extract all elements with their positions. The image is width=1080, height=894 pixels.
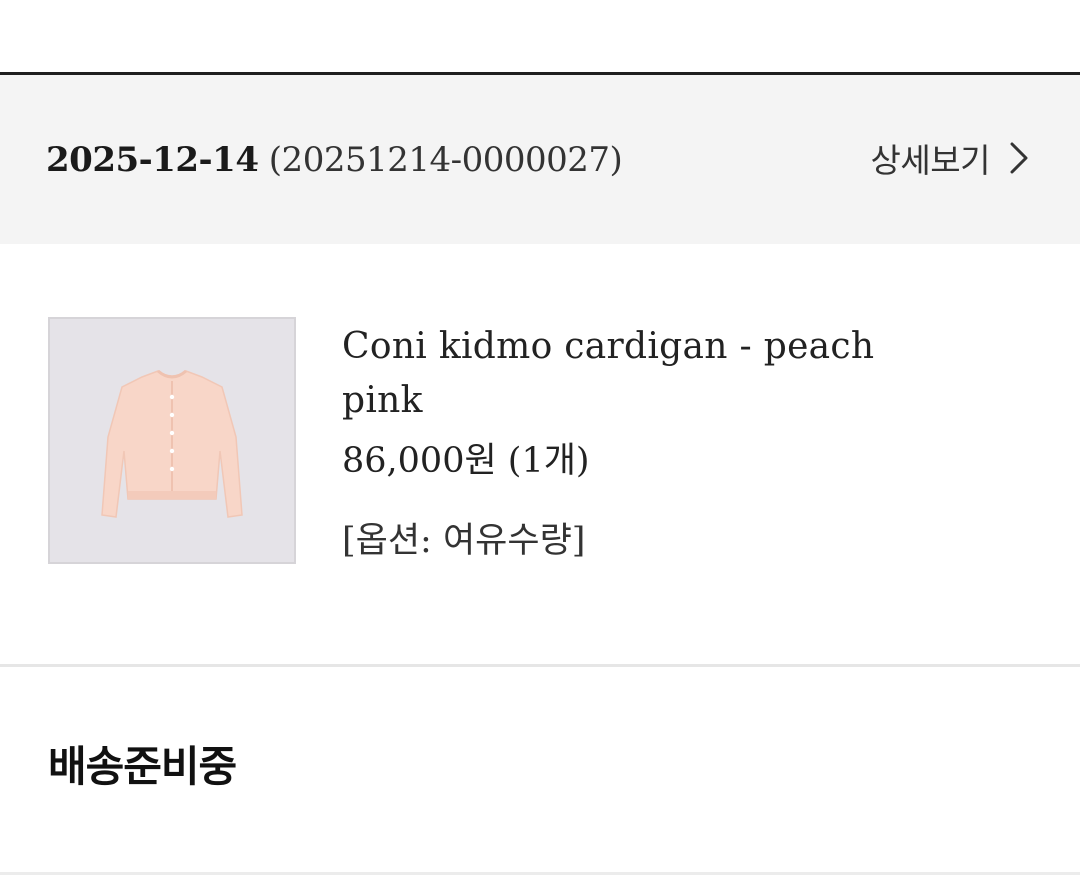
order-number: (20251214-0000027) bbox=[268, 140, 623, 180]
order-date: 2025-12-14 bbox=[46, 140, 259, 180]
chevron-right-icon bbox=[1002, 138, 1034, 178]
product-thumbnail[interactable] bbox=[48, 317, 296, 564]
product-name[interactable]: Coni kidmo cardigan - peach pink bbox=[342, 320, 902, 428]
product-option: [옵션: 여유수량] bbox=[342, 521, 586, 561]
cardigan-image-icon bbox=[50, 319, 294, 562]
view-detail-link[interactable]: 상세보기 bbox=[871, 133, 1034, 183]
product-info: Coni kidmo cardigan - peach pink 86,000원… bbox=[342, 320, 902, 564]
order-id: 2025-12-14 (20251214-0000027) bbox=[46, 137, 623, 183]
view-detail-label: 상세보기 bbox=[870, 141, 991, 180]
order-header: 2025-12-14 (20251214-0000027) 상세보기 bbox=[0, 75, 1080, 244]
bottom-divider bbox=[0, 872, 1080, 875]
delivery-status-section: 배송준비중 bbox=[0, 667, 1080, 872]
order-product: Coni kidmo cardigan - peach pink 86,000원… bbox=[0, 244, 1080, 664]
top-bar bbox=[0, 0, 1080, 72]
delivery-status: 배송준비중 bbox=[48, 742, 237, 791]
product-price: 86,000원 (1개) bbox=[342, 441, 590, 481]
